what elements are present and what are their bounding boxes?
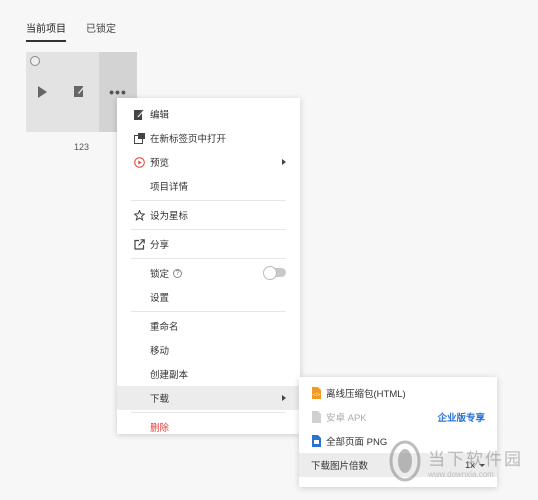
submenu-item-label: 安卓 APK [326,413,367,424]
divider [131,200,286,201]
help-icon[interactable]: ? [173,268,183,278]
menu-item-star[interactable]: 设为星标 [117,203,300,227]
menu-item-label: 下载 [150,394,170,405]
menu-item-duplicate[interactable]: 创建副本 [117,362,300,386]
watermark-url: www.downxia.com [428,470,494,479]
menu-item-label: 重命名 [150,322,179,333]
tab-current-projects[interactable]: 当前项目 [26,20,66,42]
project-tabs: 当前项目 已锁定 [26,20,116,42]
divider [131,258,286,259]
menu-item-settings[interactable]: 设置 [117,285,300,309]
star-icon [133,209,145,221]
divider [131,229,286,230]
menu-item-preview[interactable]: 预览 [117,150,300,174]
menu-item-label: 在新标签页中打开 [150,134,227,145]
play-icon[interactable] [38,86,47,98]
watermark-logo-icon [389,440,421,482]
menu-item-lock[interactable]: 锁定 ? [117,261,300,285]
png-file-icon [311,435,321,447]
share-icon [133,238,145,250]
menu-item-rename[interactable]: 重命名 [117,314,300,338]
menu-item-label: 设置 [150,293,170,304]
menu-item-move[interactable]: 移动 [117,338,300,362]
submenu-item-apk[interactable]: 安卓 APK 企业版专享 [299,405,497,429]
chevron-right-icon [282,159,286,165]
submenu-item-html-zip[interactable]: </> 离线压缩包(HTML) [299,381,497,405]
new-tab-icon [133,132,145,144]
menu-item-label: 编辑 [150,110,170,121]
menu-item-label: 分享 [150,240,170,251]
enterprise-badge[interactable]: 企业版专享 [437,410,485,424]
menu-item-share[interactable]: 分享 [117,232,300,256]
menu-item-delete[interactable]: 删除 [117,415,300,439]
apk-file-icon [311,411,321,423]
select-checkbox[interactable] [30,56,40,66]
watermark: 当下软件园 www.downxia.com [388,440,523,484]
menu-item-download[interactable]: 下载 [117,386,300,410]
menu-item-label: 删除 [150,423,170,434]
html-file-icon: </> [311,387,321,399]
menu-item-label: 项目详情 [150,182,189,193]
chevron-right-icon [282,395,286,401]
context-menu: 编辑 在新标签页中打开 预览 项目详情 设为星标 分享 锁定 ? 设置 重命名 … [117,98,300,434]
submenu-item-label: 全部页面 PNG [326,437,388,448]
menu-item-label: 预览 [150,158,170,169]
svg-text:</>: </> [312,392,320,397]
menu-item-edit[interactable]: 编辑 [117,102,300,126]
play-circle-icon [133,156,145,168]
edit-icon[interactable] [74,85,85,100]
menu-item-label: 创建副本 [150,370,189,381]
edit-icon [133,108,145,120]
tab-locked[interactable]: 已锁定 [86,20,116,42]
menu-item-open-new-tab[interactable]: 在新标签页中打开 [117,126,300,150]
menu-item-label: 锁定 [150,269,170,280]
menu-item-details[interactable]: 项目详情 [117,174,300,198]
lock-toggle[interactable] [263,266,286,280]
watermark-text: 当下软件园 [428,450,523,469]
divider [131,412,286,413]
divider [131,311,286,312]
submenu-item-label: 下载图片倍数 [311,461,369,472]
menu-item-label: 移动 [150,346,170,357]
menu-item-label: 设为星标 [150,211,189,222]
submenu-item-label: 离线压缩包(HTML) [326,389,406,400]
